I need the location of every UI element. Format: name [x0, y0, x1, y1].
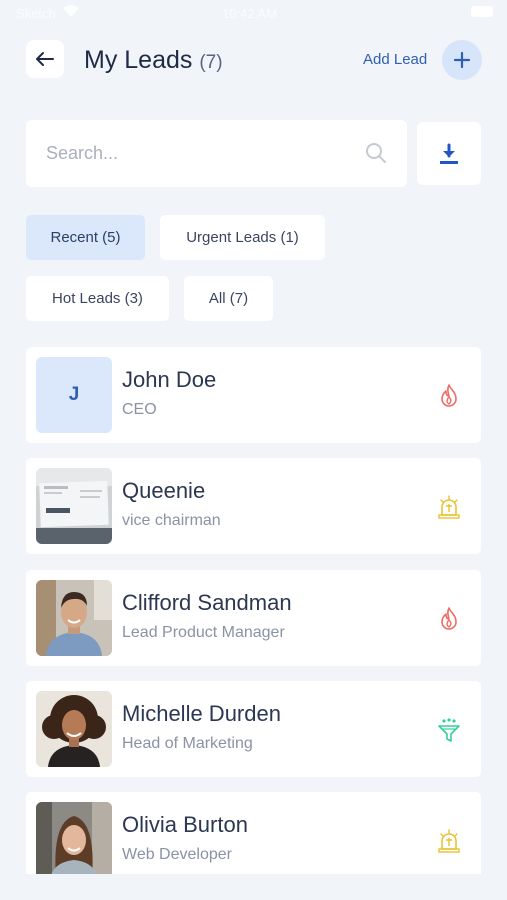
- lead-name: John Doe: [122, 367, 217, 392]
- flame-icon: [441, 384, 457, 407]
- lead-name: Michelle Durden: [122, 701, 281, 726]
- business-card-photo: [36, 468, 112, 544]
- lead-name: Clifford Sandman: [122, 590, 292, 615]
- woman-photo: [36, 802, 112, 874]
- lead-role: Lead Product Manager: [122, 624, 285, 641]
- add-lead-link[interactable]: Add Lead: [363, 51, 427, 68]
- lead-role: vice chairman: [122, 512, 221, 529]
- search-box: [26, 120, 407, 187]
- lead-role: Head of Marketing: [122, 735, 253, 752]
- leads-count: (7): [199, 52, 223, 73]
- filter-urgent-leads[interactable]: Urgent Leads (1): [160, 215, 325, 260]
- lead-card[interactable]: Clifford Sandman Lead Product Manager: [26, 570, 481, 666]
- search-input[interactable]: [46, 140, 346, 166]
- flame-icon: [441, 607, 457, 630]
- lead-role: CEO: [122, 401, 157, 418]
- arrow-left-icon: [36, 52, 54, 66]
- avatar-initial: J: [68, 384, 80, 405]
- woman-curly-photo: [36, 691, 112, 767]
- header: My Leads (7) Add Lead: [26, 40, 482, 80]
- back-button[interactable]: [26, 40, 64, 78]
- lead-name: Olivia Burton: [122, 812, 248, 837]
- avatar: J: [36, 357, 112, 433]
- battery-icon: [471, 6, 493, 17]
- funnel-icon: [438, 718, 460, 742]
- add-lead-button[interactable]: [442, 40, 482, 80]
- wifi-icon: [62, 4, 80, 21]
- clock-time: 10:42 AM: [222, 6, 277, 21]
- status-bar: Sketch 10:42 AM: [0, 0, 507, 28]
- lead-card[interactable]: Michelle Durden Head of Marketing: [26, 681, 481, 777]
- alarm-icon: [438, 829, 460, 853]
- alarm-icon: [438, 495, 460, 519]
- filter-recent[interactable]: Recent (5): [26, 215, 145, 260]
- search-icon[interactable]: [365, 142, 387, 169]
- filter-hot-leads[interactable]: Hot Leads (3): [26, 276, 169, 321]
- lead-name: Queenie: [122, 478, 206, 503]
- carrier-label: Sketch: [16, 6, 56, 21]
- download-button[interactable]: [417, 122, 481, 185]
- man-photo: [36, 580, 112, 656]
- lead-role: Web Developer: [122, 846, 232, 863]
- lead-card[interactable]: Olivia Burton Web Developer: [26, 792, 481, 874]
- page-title-text: My Leads: [84, 46, 193, 74]
- lead-card[interactable]: Queenie vice chairman: [26, 458, 481, 554]
- lead-card[interactable]: J John Doe CEO: [26, 347, 481, 443]
- page-title: My Leads (7): [84, 46, 223, 75]
- plus-icon: [453, 51, 471, 69]
- download-icon: [440, 143, 458, 164]
- filter-all[interactable]: All (7): [184, 276, 273, 321]
